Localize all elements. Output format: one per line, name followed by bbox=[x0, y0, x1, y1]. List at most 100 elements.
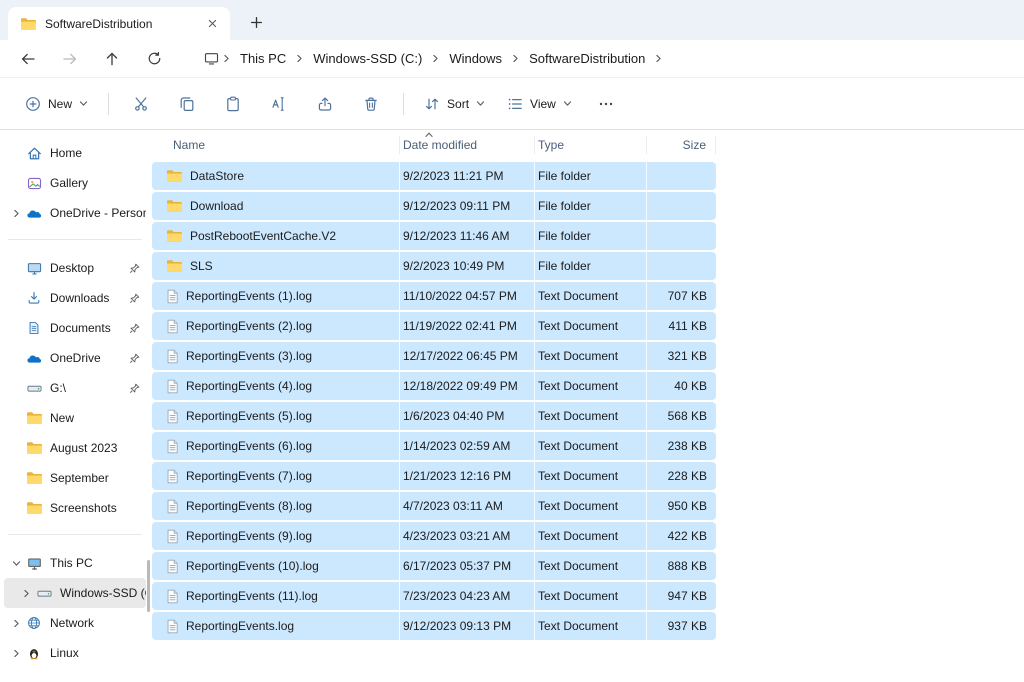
monitor-icon bbox=[204, 51, 219, 66]
sidebar-item-august-2023[interactable]: August 2023 bbox=[4, 433, 146, 463]
folder-icon bbox=[20, 17, 37, 31]
chevron-right-icon[interactable] bbox=[431, 54, 440, 63]
file-type: Text Document bbox=[535, 372, 647, 400]
view-icon bbox=[507, 96, 523, 112]
chevron-right-icon[interactable] bbox=[18, 589, 34, 598]
sidebar-item-home[interactable]: Home bbox=[4, 138, 146, 168]
network-icon bbox=[24, 616, 44, 630]
sidebar-item-downloads[interactable]: Downloads bbox=[4, 283, 146, 313]
sort-ascending-icon bbox=[424, 130, 434, 143]
new-button-label: New bbox=[48, 97, 72, 111]
toolbar-separator bbox=[108, 93, 109, 115]
up-button[interactable] bbox=[96, 43, 128, 75]
copy-button[interactable] bbox=[166, 87, 208, 121]
file-size: 422 KB bbox=[647, 522, 716, 550]
file-row-reportingevents-6-log[interactable]: ReportingEvents (6).log1/14/2023 02:59 A… bbox=[152, 432, 716, 460]
view-button-label: View bbox=[530, 97, 556, 111]
file-row-sls[interactable]: SLS9/2/2023 10:49 PMFile folder bbox=[152, 252, 716, 280]
sidebar-item-desktop[interactable]: Desktop bbox=[4, 253, 146, 283]
chevron-right-icon[interactable] bbox=[8, 619, 24, 628]
file-row-reportingevents-2-log[interactable]: ReportingEvents (2).log11/19/2022 02:41 … bbox=[152, 312, 716, 340]
file-date-modified: 12/17/2022 06:45 PM bbox=[400, 342, 535, 370]
folder-icon bbox=[166, 229, 183, 243]
sidebar-item-windows-ssd-c[interactable]: Windows-SSD (C: bbox=[4, 578, 146, 608]
sidebar-item-linux[interactable]: Linux bbox=[4, 638, 146, 668]
command-bar: New Sort View bbox=[0, 78, 1024, 130]
sidebar-item-g[interactable]: G:\ bbox=[4, 373, 146, 403]
file-row-download[interactable]: Download9/12/2023 09:11 PMFile folder bbox=[152, 192, 716, 220]
sidebar-item-onedrive-persona[interactable]: OneDrive - Persona bbox=[4, 198, 146, 228]
file-size: 707 KB bbox=[647, 282, 716, 310]
file-row-postrebooteventcache-v2[interactable]: PostRebootEventCache.V29/12/2023 11:46 A… bbox=[152, 222, 716, 250]
sidebar-item-september[interactable]: September bbox=[4, 463, 146, 493]
close-tab-icon[interactable] bbox=[202, 14, 222, 34]
sidebar-item-this-pc[interactable]: This PC bbox=[4, 548, 146, 578]
chevron-right-icon[interactable] bbox=[8, 649, 24, 658]
file-date-modified: 4/23/2023 03:21 AM bbox=[400, 522, 535, 550]
column-header-name[interactable]: Name bbox=[152, 136, 400, 154]
sidebar-item-screenshots[interactable]: Screenshots bbox=[4, 493, 146, 523]
file-row-reportingevents-4-log[interactable]: ReportingEvents (4).log12/18/2022 09:49 … bbox=[152, 372, 716, 400]
sidebar-separator bbox=[8, 239, 142, 240]
forward-button[interactable] bbox=[54, 43, 86, 75]
back-button[interactable] bbox=[12, 43, 44, 75]
file-row-reportingevents-1-log[interactable]: ReportingEvents (1).log11/10/2022 04:57 … bbox=[152, 282, 716, 310]
sidebar-scrollbar[interactable] bbox=[147, 560, 150, 612]
file-name: ReportingEvents (10).log bbox=[186, 559, 319, 573]
share-button[interactable] bbox=[304, 87, 346, 121]
tab-softwaredistribution[interactable]: SoftwareDistribution bbox=[8, 7, 230, 40]
column-header-type[interactable]: Type bbox=[535, 136, 647, 154]
file-row-reportingevents-3-log[interactable]: ReportingEvents (3).log12/17/2022 06:45 … bbox=[152, 342, 716, 370]
file-row-reportingevents-log[interactable]: ReportingEvents.log9/12/2023 09:13 PMTex… bbox=[152, 612, 716, 640]
view-button[interactable]: View bbox=[498, 87, 581, 121]
chevron-right-icon[interactable] bbox=[8, 209, 24, 218]
chevron-right-icon[interactable] bbox=[222, 54, 231, 63]
file-type: File folder bbox=[535, 162, 647, 190]
column-headers: Name Date modified Type Size bbox=[152, 132, 716, 158]
paste-button[interactable] bbox=[212, 87, 254, 121]
breadcrumb-softwaredistribution[interactable]: SoftwareDistribution bbox=[521, 47, 653, 70]
file-row-reportingevents-5-log[interactable]: ReportingEvents (5).log1/6/2023 04:40 PM… bbox=[152, 402, 716, 430]
sort-button[interactable]: Sort bbox=[415, 87, 494, 121]
more-icon bbox=[598, 96, 614, 112]
chevron-right-icon[interactable] bbox=[511, 54, 520, 63]
folder-icon bbox=[24, 441, 44, 455]
file-row-datastore[interactable]: DataStore9/2/2023 11:21 PMFile folder bbox=[152, 162, 716, 190]
file-row-reportingevents-10-log[interactable]: ReportingEvents (10).log 6/17/2023 05:37 … bbox=[152, 552, 716, 580]
trash-icon bbox=[363, 96, 379, 112]
sidebar-item-new[interactable]: New bbox=[4, 403, 146, 433]
file-row-reportingevents-7-log[interactable]: ReportingEvents (7).log1/21/2023 12:16 P… bbox=[152, 462, 716, 490]
rename-button[interactable] bbox=[258, 87, 300, 121]
delete-button[interactable] bbox=[350, 87, 392, 121]
cut-button[interactable] bbox=[120, 87, 162, 121]
sidebar-item-network[interactable]: Network bbox=[4, 608, 146, 638]
more-button[interactable] bbox=[585, 87, 627, 121]
chevron-right-icon[interactable] bbox=[654, 54, 663, 63]
new-button[interactable]: New bbox=[16, 87, 97, 121]
refresh-button[interactable] bbox=[138, 43, 170, 75]
file-date-modified: 6/17/2023 05:37 PM bbox=[400, 552, 535, 580]
file-date-modified: 1/21/2023 12:16 PM bbox=[400, 462, 535, 490]
file-row-reportingevents-9-log[interactable]: ReportingEvents (9).log4/23/2023 03:21 A… bbox=[152, 522, 716, 550]
sidebar-item-gallery[interactable]: Gallery bbox=[4, 168, 146, 198]
breadcrumb-windows[interactable]: Windows bbox=[441, 47, 510, 70]
sidebar-item-documents[interactable]: Documents bbox=[4, 313, 146, 343]
breadcrumb-this-pc[interactable]: This PC bbox=[232, 47, 294, 70]
column-header-size[interactable]: Size bbox=[647, 136, 716, 154]
tab-title: SoftwareDistribution bbox=[45, 17, 194, 31]
new-tab-button[interactable] bbox=[242, 8, 270, 36]
file-row-reportingevents-8-log[interactable]: ReportingEvents (8).log4/7/2023 03:11 AM… bbox=[152, 492, 716, 520]
folder-icon bbox=[24, 501, 44, 515]
file-type: Text Document bbox=[535, 312, 647, 340]
file-type: Text Document bbox=[535, 282, 647, 310]
column-header-date-modified[interactable]: Date modified bbox=[400, 136, 535, 154]
chevron-down-icon[interactable] bbox=[8, 559, 24, 568]
sidebar-item-onedrive[interactable]: OneDrive bbox=[4, 343, 146, 373]
sort-icon bbox=[424, 96, 440, 112]
file-row-reportingevents-11-log[interactable]: ReportingEvents (11).log7/23/2023 04:23 … bbox=[152, 582, 716, 610]
file-date-modified: 9/12/2023 11:46 AM bbox=[400, 222, 535, 250]
chevron-right-icon[interactable] bbox=[295, 54, 304, 63]
file-size: 950 KB bbox=[647, 492, 716, 520]
drive-icon bbox=[24, 381, 44, 396]
breadcrumb-windows-ssd-c[interactable]: Windows-SSD (C:) bbox=[305, 47, 430, 70]
